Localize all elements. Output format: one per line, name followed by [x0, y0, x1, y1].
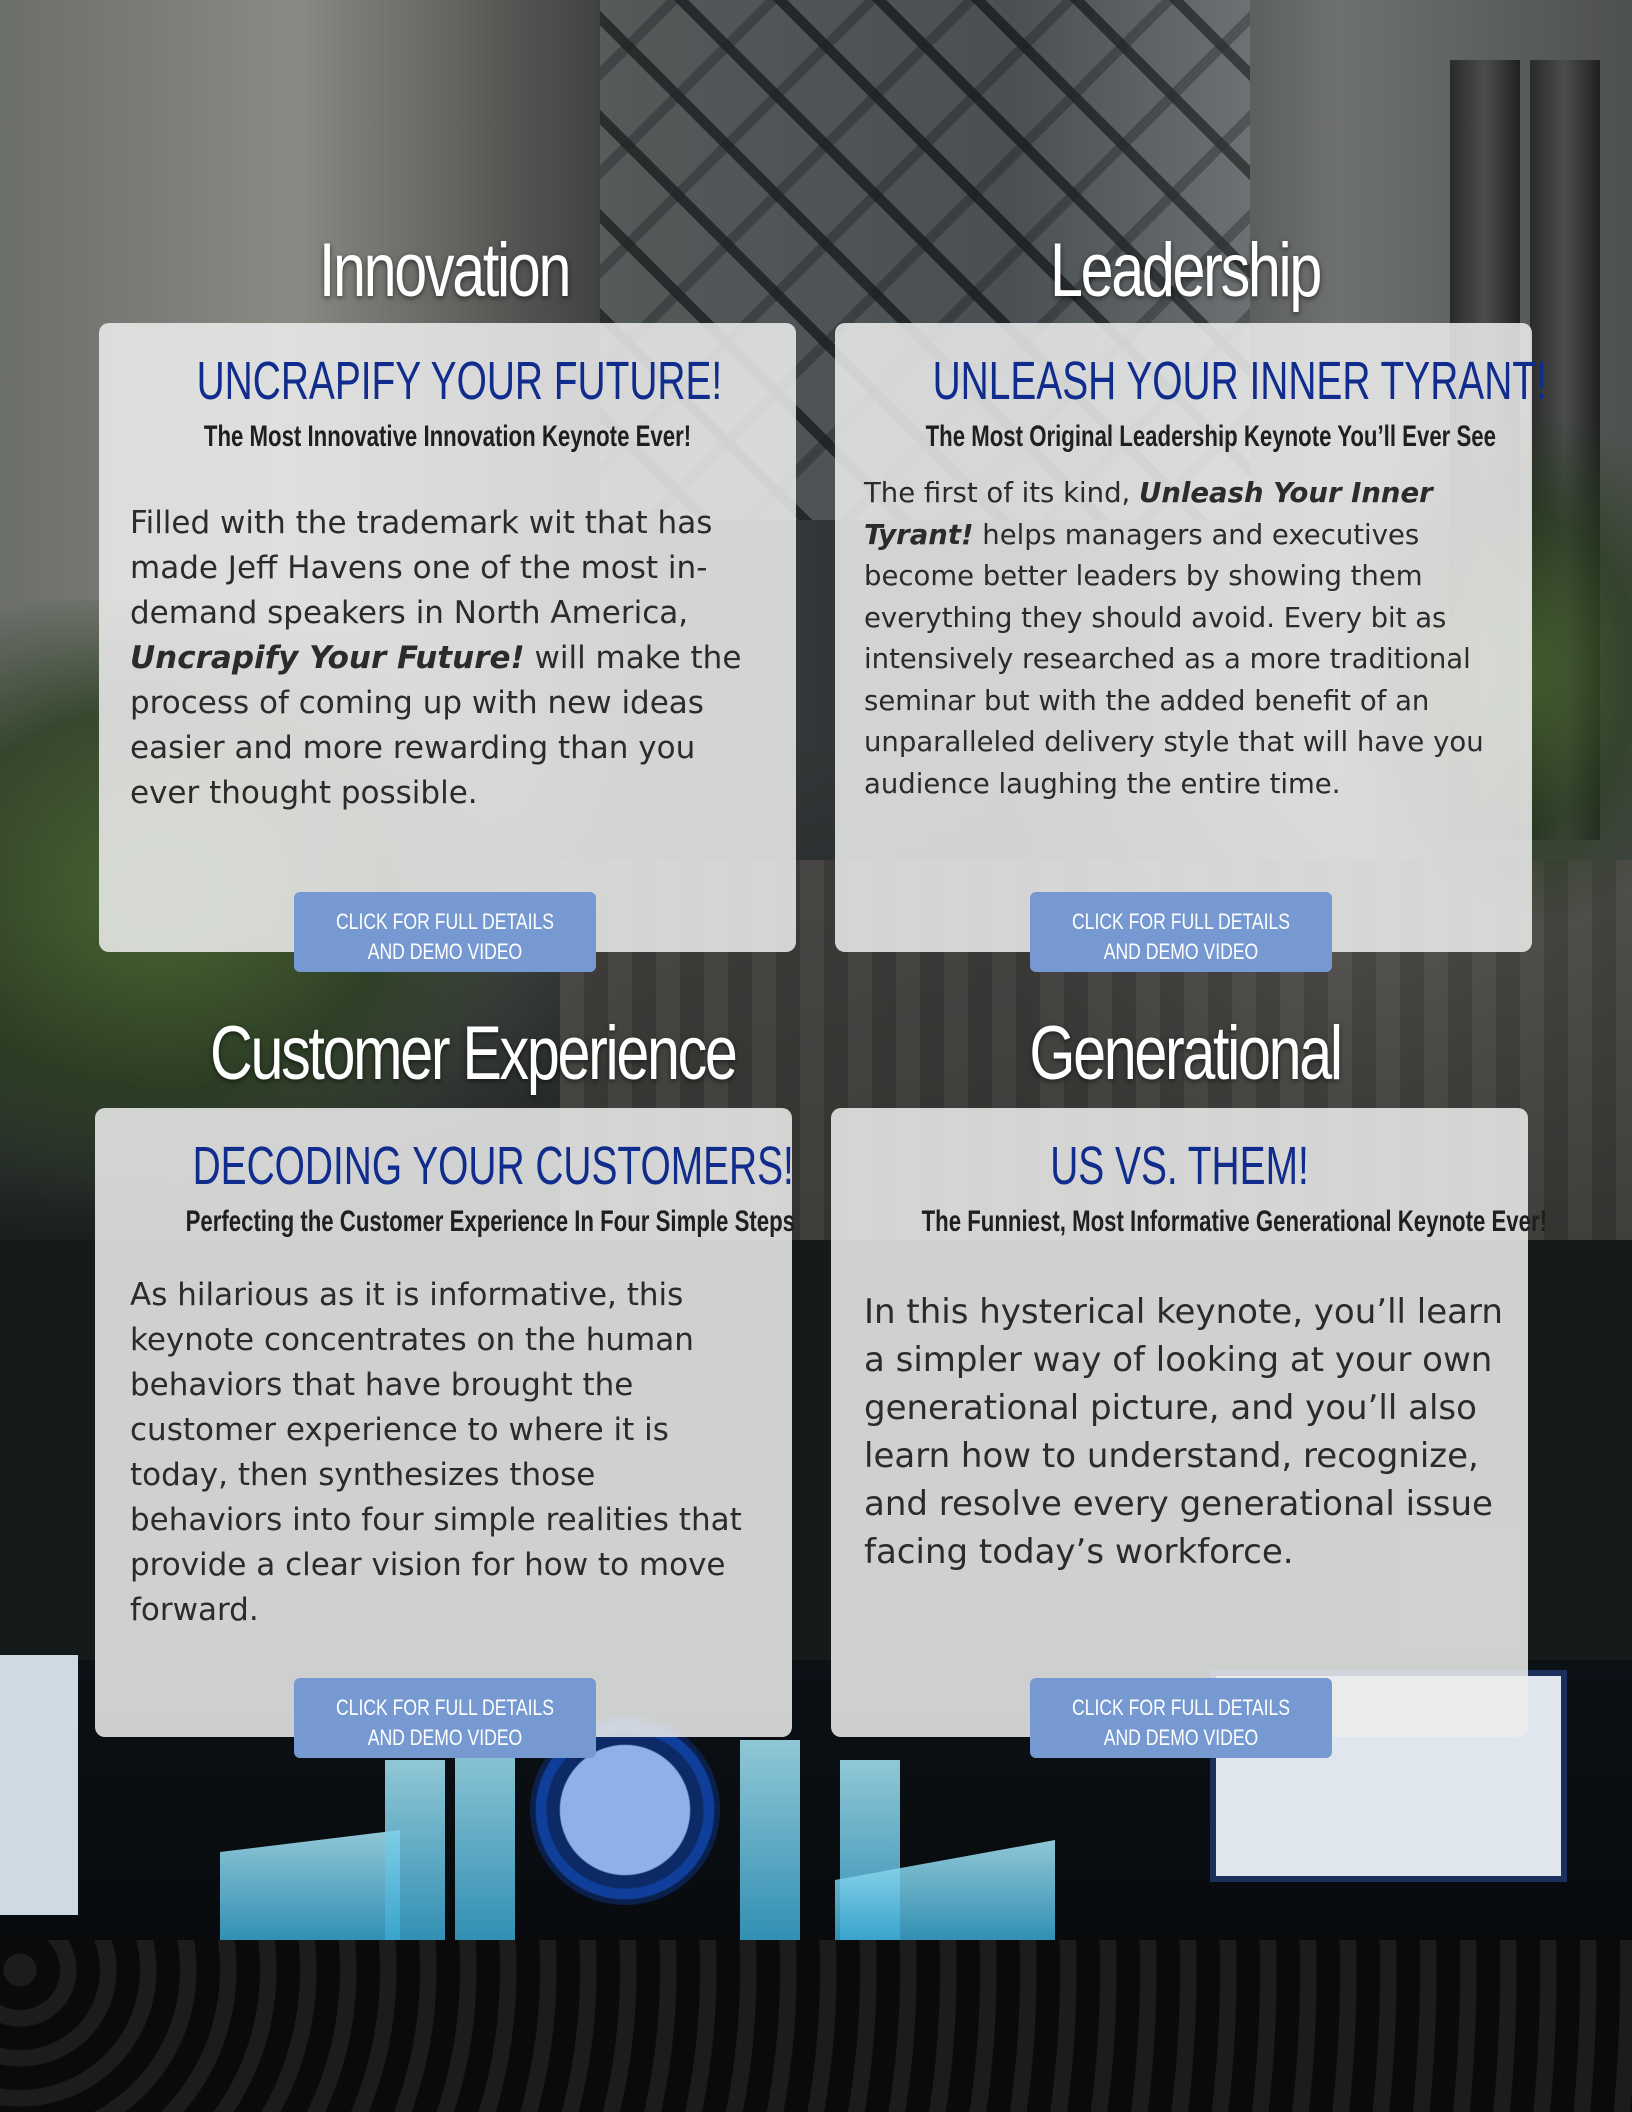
stage-light-panel [455, 1740, 515, 1940]
card-title: UNLEASH YOUR INNER TYRANT! [932, 351, 1547, 411]
button-label-line2: AND DEMO VIDEO [1103, 939, 1259, 964]
stage-light-panel [740, 1740, 800, 1940]
button-label-line1: CLICK FOR FULL DETAILS [335, 1695, 555, 1720]
card-description: Filled with the trademark wit that has m… [130, 505, 742, 811]
presentation-screen-left [0, 1655, 78, 1915]
button-label-line2: AND DEMO VIDEO [367, 939, 523, 964]
card-description: As hilarious as it is informative, this … [130, 1277, 742, 1628]
card-title: UNCRAPIFY YOUR FUTURE! [196, 351, 723, 411]
section-heading-generational: Generational [1029, 1011, 1343, 1096]
card-subtitle: Perfecting the Customer Experience In Fo… [185, 1205, 796, 1238]
section-heading-customer-experience: Customer Experience [210, 1011, 738, 1096]
button-label-line1: CLICK FOR FULL DETAILS [335, 909, 555, 934]
card-description: The first of its kind, Unleash Your Inne… [864, 477, 1484, 800]
section-heading-leadership: Leadership [1050, 228, 1322, 313]
stage-light-panel [385, 1760, 445, 1940]
button-label-line2: AND DEMO VIDEO [1103, 1725, 1259, 1750]
card-title: DECODING YOUR CUSTOMERS! [192, 1136, 794, 1196]
audience-silhouettes [0, 1940, 1632, 2112]
card-title: US VS. THEM! [1050, 1136, 1309, 1196]
keynote-card-innovation: UNCRAPIFY YOUR FUTURE! The Most Innovati… [99, 323, 796, 952]
full-details-button-leadership[interactable]: CLICK FOR FULL DETAILS AND DEMO VIDEO [1030, 892, 1332, 972]
full-details-button-innovation[interactable]: CLICK FOR FULL DETAILS AND DEMO VIDEO [294, 892, 596, 972]
button-label-line2: AND DEMO VIDEO [367, 1725, 523, 1750]
full-details-button-customer-experience[interactable]: CLICK FOR FULL DETAILS AND DEMO VIDEO [294, 1678, 596, 1758]
card-subtitle: The Most Innovative Innovation Keynote E… [203, 420, 692, 453]
button-label-line1: CLICK FOR FULL DETAILS [1071, 1695, 1291, 1720]
keynote-card-customer-experience: DECODING YOUR CUSTOMERS! Perfecting the … [95, 1108, 796, 1737]
keynote-card-generational: US VS. THEM! The Funniest, Most Informat… [831, 1108, 1548, 1737]
card-description: In this hysterical keynote, you’ll learn… [864, 1292, 1503, 1572]
section-heading-innovation: Innovation [318, 228, 572, 313]
card-subtitle: The Funniest, Most Informative Generatio… [921, 1205, 1548, 1238]
full-details-button-generational[interactable]: CLICK FOR FULL DETAILS AND DEMO VIDEO [1030, 1678, 1332, 1758]
keynote-card-leadership: UNLEASH YOUR INNER TYRANT! The Most Orig… [835, 323, 1547, 952]
card-subtitle: The Most Original Leadership Keynote You… [925, 420, 1496, 453]
button-label-line1: CLICK FOR FULL DETAILS [1071, 909, 1291, 934]
